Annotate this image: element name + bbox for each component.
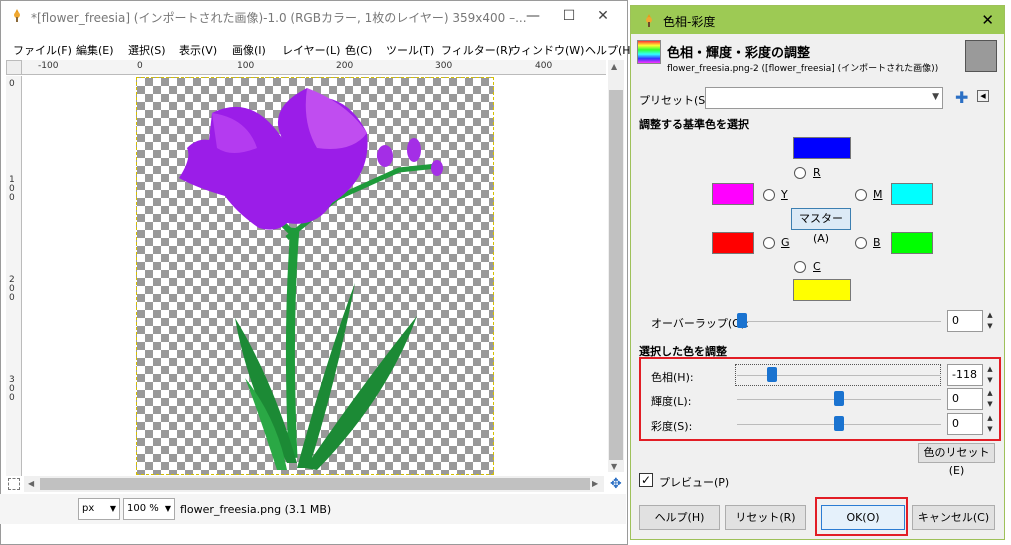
preset-label: プリセット(S): (639, 94, 714, 107)
preset-menu-icon[interactable]: ◀ (977, 90, 989, 102)
radio-b[interactable] (855, 237, 867, 249)
unit-select[interactable]: px ▼ (78, 498, 120, 520)
chevron-down-icon: ▼ (109, 504, 116, 513)
menu-select[interactable]: 選択(S) (128, 42, 166, 58)
zoom-select[interactable]: 100 % ▼ (123, 498, 175, 520)
menu-help[interactable]: ヘルプ(H) (585, 42, 635, 58)
menubar: ファイル(F) 編集(E) 選択(S) 表示(V) 画像(I) レイヤー(L) … (1, 39, 635, 59)
scroll-up-arrow-icon[interactable]: ▲ (611, 62, 617, 71)
radio-g[interactable] (763, 237, 775, 249)
radio-b-label[interactable]: B (873, 236, 881, 249)
overlap-spinner-arrows[interactable]: ▲ ▼ (985, 310, 995, 332)
zoom-value: 100 % (127, 503, 159, 514)
dialog-titlebar[interactable]: 色相-彩度 ✕ (631, 6, 1004, 34)
radio-c[interactable] (794, 261, 806, 273)
ok-highlight-box (815, 497, 908, 536)
vertical-scrollbar-thumb[interactable] (609, 90, 623, 460)
navigate-icon[interactable]: ✥ (610, 476, 622, 492)
radio-y-label[interactable]: Y (781, 188, 788, 201)
image-window-title: *[flower_freesia] (インポートされた画像)-1.0 (RGBカ… (31, 11, 527, 25)
menu-view[interactable]: 表示(V) (179, 42, 217, 58)
swatch-y (712, 183, 754, 205)
reset-color-button[interactable]: 色のリセット(E) (918, 443, 995, 477)
close-button[interactable]: ✕ (585, 5, 621, 27)
menu-image[interactable]: 画像(I) (232, 42, 266, 58)
preview-checkbox[interactable]: ✓ (639, 473, 653, 487)
maximize-button[interactable]: ☐ (551, 5, 587, 27)
quick-mask-icon[interactable] (8, 478, 20, 490)
hruler-tick: -100 (38, 61, 59, 71)
menu-file[interactable]: ファイル(F) (13, 42, 72, 58)
add-preset-icon[interactable]: ✚ (955, 88, 968, 107)
vruler-tick: 100 (9, 175, 15, 203)
image-window-titlebar[interactable]: *[flower_freesia] (インポートされた画像)-1.0 (RGBカ… (1, 1, 627, 31)
cancel-button[interactable]: キャンセル(C) (912, 505, 995, 530)
image-thumbnail-icon (965, 40, 997, 72)
overlap-slider[interactable] (737, 321, 941, 322)
menu-tools[interactable]: ツール(T) (386, 42, 434, 58)
horizontal-scrollbar-thumb[interactable] (40, 478, 590, 490)
horizontal-ruler[interactable]: -100 0 100 200 300 400 (22, 60, 606, 75)
dialog-header-subtitle: flower_freesia.png-2 ([flower_freesia] (… (667, 64, 939, 74)
gimp-logo-icon (641, 12, 657, 31)
hruler-tick: 200 (336, 61, 354, 71)
hue-saturation-dialog: 色相-彩度 ✕ 色相・輝度・彩度の調整 flower_freesia.png-2… (630, 5, 1005, 540)
vruler-tick: 300 (9, 375, 15, 403)
radio-m[interactable] (855, 189, 867, 201)
adjust-highlight-box (639, 357, 1001, 441)
overlap-label: オーバーラップ(O): (651, 317, 749, 330)
swatch-b (891, 232, 933, 254)
minimize-button[interactable]: — (515, 5, 551, 27)
scroll-down-arrow-icon[interactable]: ▼ (611, 462, 617, 471)
check-icon: ✓ (640, 473, 652, 487)
menu-filters[interactable]: フィルター(R) (441, 42, 512, 58)
preset-select[interactable]: ▼ (705, 87, 943, 109)
menu-edit[interactable]: 編集(E) (76, 42, 114, 58)
vruler-tick: 200 (9, 275, 15, 303)
swatch-g (712, 232, 754, 254)
dialog-header-title: 色相・輝度・彩度の調整 (667, 46, 811, 61)
scroll-left-arrow-icon[interactable]: ◀ (28, 479, 34, 488)
gimp-logo-icon (9, 7, 25, 23)
preview-label[interactable]: プレビュー(P) (659, 474, 729, 490)
radio-m-label[interactable]: M (873, 188, 883, 201)
hruler-tick: 100 (237, 61, 255, 71)
help-button[interactable]: ヘルプ(H) (639, 505, 720, 530)
menu-layer[interactable]: レイヤー(L) (282, 42, 340, 58)
ruler-corner[interactable] (6, 60, 22, 75)
chevron-down-icon: ▼ (932, 92, 939, 102)
overlap-input[interactable]: 0 (947, 310, 983, 332)
vruler-tick: 0 (9, 79, 15, 89)
hue-saturation-tool-icon (637, 40, 661, 64)
hruler-tick: 300 (435, 61, 453, 71)
swatch-m (891, 183, 933, 205)
status-bar: px ▼ 100 % ▼ flower_freesia.png (3.1 MB) (0, 494, 626, 524)
radio-c-label[interactable]: C (813, 260, 821, 273)
file-info: flower_freesia.png (3.1 MB) (180, 503, 332, 516)
menu-colors[interactable]: 色(C) (345, 42, 372, 58)
menu-windows[interactable]: ウィンドウ(W) (510, 42, 584, 58)
unit-value: px (82, 503, 95, 514)
swatch-c (793, 279, 851, 301)
dialog-close-button[interactable]: ✕ (981, 11, 994, 29)
hruler-tick: 400 (535, 61, 553, 71)
freesia-image (179, 88, 443, 470)
vertical-ruler[interactable]: 0 100 200 300 (6, 76, 22, 476)
hruler-tick: 0 (137, 61, 143, 71)
primary-section-title: 調整する基準色を選択 (639, 118, 749, 131)
chevron-down-icon: ▼ (164, 504, 171, 513)
radio-r-label[interactable]: R (813, 166, 821, 179)
reset-button[interactable]: リセット(R) (725, 505, 806, 530)
radio-r[interactable] (794, 167, 806, 179)
image-canvas[interactable] (136, 77, 494, 475)
swatch-r (793, 137, 851, 159)
dialog-title: 色相-彩度 (663, 15, 716, 29)
radio-y[interactable] (763, 189, 775, 201)
overlap-slider-thumb[interactable] (737, 313, 747, 328)
radio-g-label[interactable]: G (781, 236, 790, 249)
master-button[interactable]: マスター(A) (791, 208, 851, 245)
scroll-right-arrow-icon[interactable]: ▶ (592, 479, 598, 488)
